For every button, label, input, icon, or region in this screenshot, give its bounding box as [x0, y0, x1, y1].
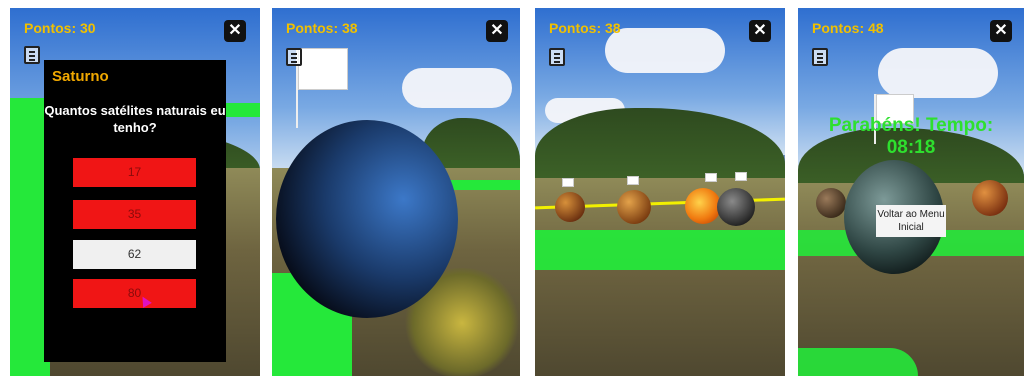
back-to-main-menu-button[interactable]: Voltar ao Menu Inicial: [876, 205, 946, 237]
congrats-title: Parabéns! Tempo:: [828, 115, 994, 136]
answer-button-selected[interactable]: 62: [73, 240, 196, 269]
list-menu-icon[interactable]: [812, 48, 828, 66]
ar-screen-congratulations: Parabéns! Tempo: 08:18 Voltar ao Menu In…: [798, 8, 1024, 376]
ar-screen-planet: Pontos: 38 ✕: [272, 8, 520, 376]
cloud: [402, 68, 512, 108]
answer-button[interactable]: 35: [73, 200, 196, 229]
back-button-label: Voltar ao Menu Inicial: [877, 209, 945, 233]
list-menu-icon[interactable]: [24, 46, 40, 64]
answer-button[interactable]: 80: [73, 279, 196, 308]
list-menu-icon[interactable]: [286, 48, 302, 66]
quiz-flag-icon[interactable]: [298, 48, 348, 90]
points-counter: Pontos: 48: [812, 20, 884, 36]
close-icon[interactable]: ✕: [224, 20, 246, 42]
congrats-message: Parabéns! Tempo: 08:18: [798, 115, 1024, 159]
planet-sphere[interactable]: [816, 188, 846, 218]
points-counter: Pontos: 38: [286, 20, 358, 36]
quiz-flag-icon[interactable]: [705, 173, 717, 182]
ar-plane: [226, 103, 260, 117]
points-counter: Pontos: 38: [549, 20, 621, 36]
ar-screen-quiz: Pontos: 30 ✕ Saturno Quantos satélites n…: [10, 8, 260, 376]
cloud: [605, 28, 725, 73]
quiz-question: Quantos satélites naturais eu tenho?: [44, 103, 226, 135]
planet-sphere[interactable]: [555, 192, 585, 222]
answer-button[interactable]: 17: [73, 158, 196, 187]
quiz-panel: Saturno Quantos satélites naturais eu te…: [44, 60, 226, 362]
planet-sphere[interactable]: [617, 190, 651, 224]
quiz-flag-icon[interactable]: [562, 178, 574, 187]
ar-plane: [535, 230, 785, 270]
planet-sphere[interactable]: [276, 120, 458, 318]
elapsed-time: 08:18: [886, 137, 936, 158]
close-icon[interactable]: ✕: [990, 20, 1012, 42]
ar-plane: [798, 348, 918, 376]
points-counter: Pontos: 30: [24, 20, 96, 36]
close-icon[interactable]: ✕: [749, 20, 771, 42]
list-menu-icon[interactable]: [549, 48, 565, 66]
planet-sphere[interactable]: [972, 180, 1008, 216]
sun-sphere[interactable]: [685, 188, 721, 224]
quiz-flag-icon[interactable]: [735, 172, 747, 181]
quiz-planet-name: Saturno: [52, 68, 109, 85]
planet-sphere[interactable]: [717, 188, 755, 226]
cloud: [878, 48, 998, 98]
quiz-flag-icon[interactable]: [627, 176, 639, 185]
ar-screen-solar-system: Pontos: 38 ✕: [535, 8, 785, 376]
close-icon[interactable]: ✕: [486, 20, 508, 42]
